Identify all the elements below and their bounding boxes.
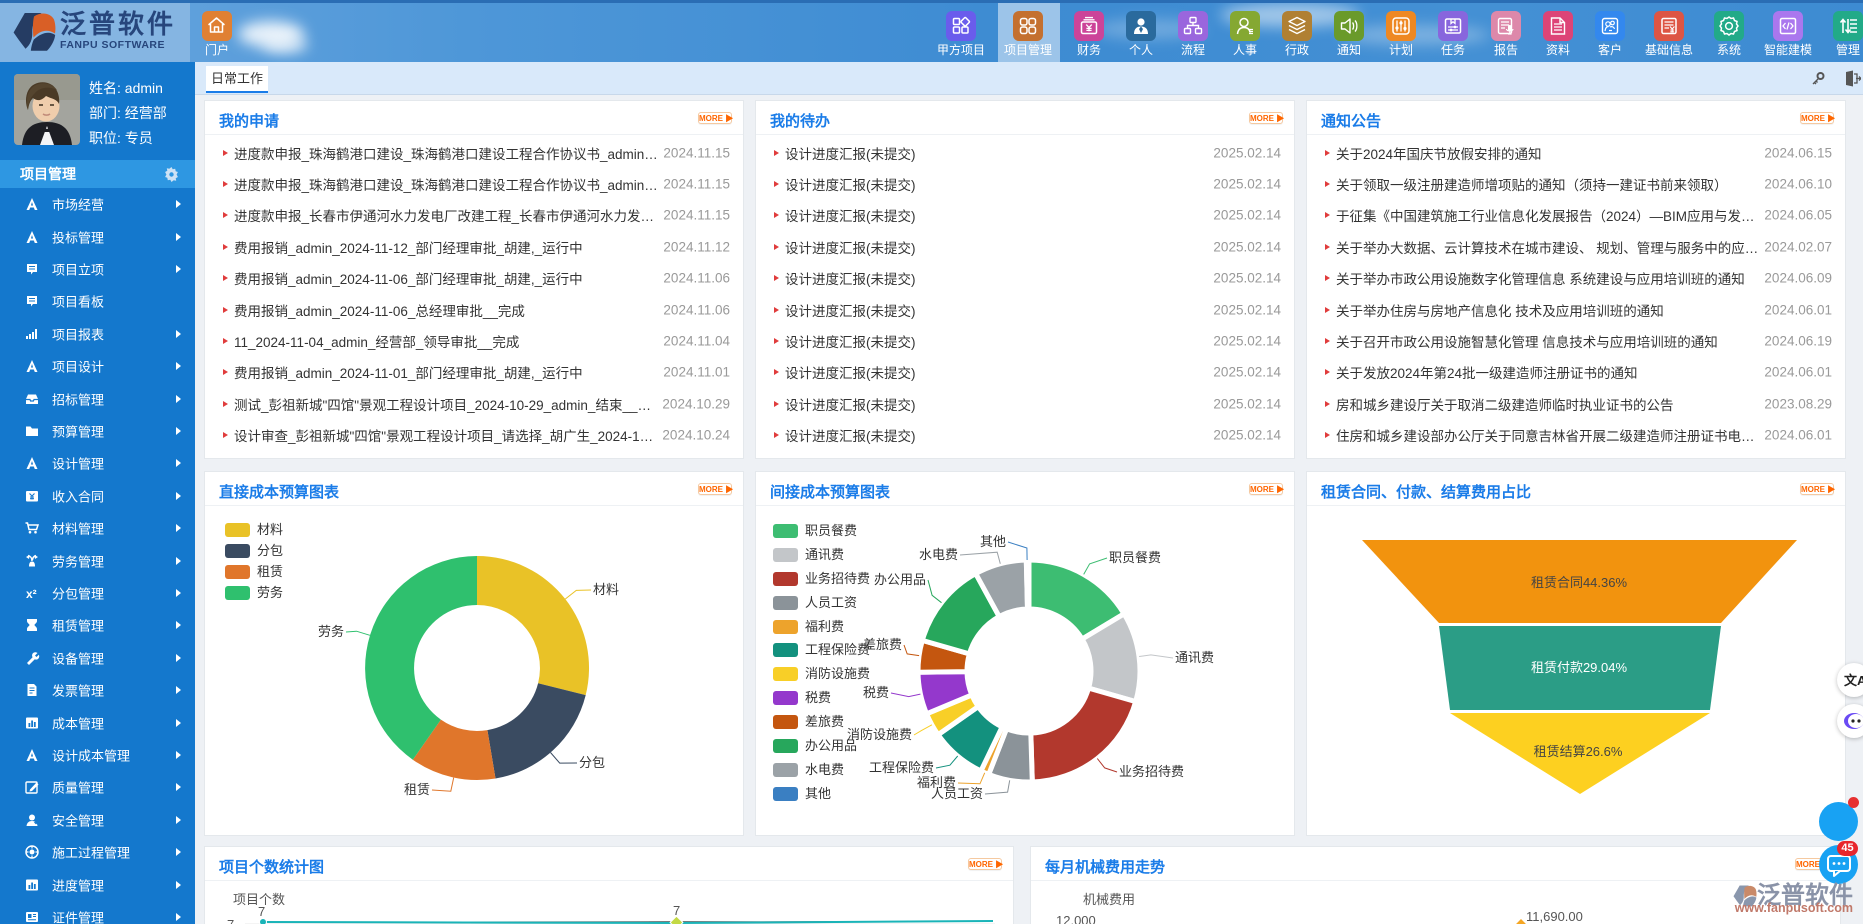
svg-text:其他: 其他	[980, 534, 1006, 549]
svg-text:通讯费: 通讯费	[1175, 650, 1214, 665]
svg-text:租赁: 租赁	[404, 782, 430, 797]
svg-text:租赁合同44.36%: 租赁合同44.36%	[1531, 575, 1628, 590]
svg-text:办公用品: 办公用品	[874, 572, 926, 587]
svg-text:x²: x²	[26, 587, 37, 601]
svg-text:业务招待费: 业务招待费	[1119, 764, 1184, 779]
svg-text:职员餐费: 职员餐费	[1109, 550, 1161, 565]
svg-text:水电费: 水电费	[919, 547, 958, 562]
svg-text:材料: 材料	[593, 582, 619, 597]
svg-text:租赁结算26.6%: 租赁结算26.6%	[1534, 744, 1623, 759]
svg-text:工程保险费: 工程保险费	[869, 760, 934, 775]
svg-text:分包: 分包	[579, 755, 605, 770]
svg-text:税费: 税费	[863, 685, 889, 700]
svg-text:劳务: 劳务	[318, 624, 344, 639]
svg-text:福利费: 福利费	[917, 775, 956, 790]
svg-text:租赁付款29.04%: 租赁付款29.04%	[1531, 660, 1628, 675]
